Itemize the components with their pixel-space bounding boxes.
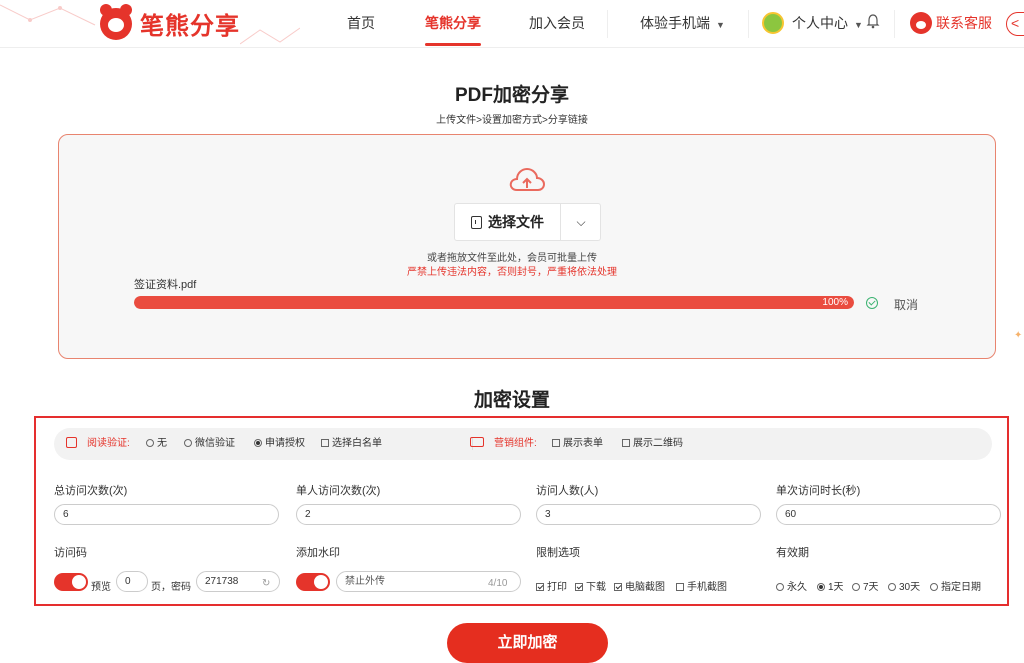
radio-icon [776, 583, 784, 591]
visitors-label: 访问人数(人) [536, 485, 599, 497]
cloud-upload-icon [509, 167, 546, 191]
read-verify-icon [66, 437, 77, 448]
select-file-label: 选择文件 [488, 214, 544, 230]
radio-checked-icon [254, 439, 262, 447]
total-visits-input[interactable]: 6 [54, 504, 279, 525]
restrict-mobile-screenshot[interactable]: 手机截图 [676, 578, 727, 593]
nav-mobile-dropdown[interactable]: 体验手机端 ▼ [640, 0, 725, 48]
verify-option-none[interactable]: 无 [146, 428, 167, 460]
per-user-visits-input[interactable]: 2 [296, 504, 521, 525]
customer-service-icon [910, 12, 932, 34]
progress-fill [134, 296, 854, 309]
decorative-lines [0, 4, 96, 26]
per-user-visits-label: 单人访问次数(次) [296, 485, 381, 497]
validity-custom-date[interactable]: 指定日期 [930, 578, 981, 593]
checkbox-checked-icon [536, 583, 544, 591]
validity-30-days[interactable]: 30天 [888, 578, 920, 593]
verify-marketing-row: 阅读验证: 无 微信验证 申请授权 选择白名单 营销组件: 展示表单 展示二维码 [54, 428, 992, 460]
marketing-option-qrcode[interactable]: 展示二维码 [622, 428, 683, 460]
brand-name: 笔熊分享 [140, 13, 240, 40]
cancel-upload-button[interactable]: 取消 [894, 296, 918, 313]
select-file-button-group: 选择文件 ⌵ [454, 203, 601, 241]
nav-divider [894, 10, 895, 38]
steps-breadcrumb: 上传文件>设置加密方式>分享链接 [436, 115, 588, 126]
checkbox-icon [321, 439, 329, 447]
validity-1-day[interactable]: 1天 [817, 578, 844, 593]
marketing-label: 营销组件: [470, 428, 537, 460]
user-center-label: 个人中心 [792, 15, 848, 31]
duration-label: 单次访问时长(秒) [776, 485, 861, 497]
sparkle-icon: ✦ [1014, 330, 1023, 341]
progress-percent: 100% [822, 297, 848, 308]
encrypt-settings-heading: 加密设置 [473, 390, 550, 411]
nav-bixiong-share[interactable]: 笔熊分享 [425, 0, 481, 48]
checkbox-icon [676, 583, 684, 591]
check-circle-icon [866, 297, 878, 309]
checkbox-icon [622, 439, 630, 447]
bear-logo-icon [100, 3, 132, 40]
read-verify-label: 阅读验证: [66, 428, 130, 460]
preview-label: 预览 [91, 582, 111, 593]
checkbox-icon [552, 439, 560, 447]
decorative-lines [240, 27, 300, 45]
radio-icon [852, 583, 860, 591]
checkbox-checked-icon [614, 583, 622, 591]
checkbox-checked-icon [575, 583, 583, 591]
caret-down-icon: ▼ [716, 20, 725, 30]
visitors-input[interactable]: 3 [536, 504, 761, 525]
watermark-char-count: 4/10 [488, 578, 508, 589]
refresh-icon[interactable]: ↻ [262, 578, 270, 589]
radio-icon [146, 439, 154, 447]
access-code-toggle[interactable] [54, 573, 88, 591]
validity-label: 有效期 [776, 547, 809, 559]
radio-checked-icon [817, 583, 825, 591]
bell-icon[interactable] [866, 13, 880, 29]
uploaded-file-name: 签证资料.pdf [134, 279, 197, 291]
wallet-icon [470, 437, 484, 447]
verify-option-whitelist[interactable]: 选择白名单 [321, 428, 382, 460]
validity-forever[interactable]: 永久 [776, 578, 807, 593]
validity-7-days[interactable]: 7天 [852, 578, 879, 593]
marketing-option-form[interactable]: 展示表单 [552, 428, 603, 460]
brand-logo[interactable]: 笔熊分享 [100, 3, 240, 41]
file-icon [471, 215, 482, 229]
encrypt-settings-panel: 阅读验证: 无 微信验证 申请授权 选择白名单 营销组件: 展示表单 展示二维码… [34, 416, 1009, 606]
page-password-label: 页，密码 [151, 582, 191, 593]
watermark-label: 添加水印 [296, 547, 340, 559]
user-avatar[interactable] [762, 12, 784, 34]
verify-option-request-auth[interactable]: 申请授权 [254, 428, 305, 460]
duration-input[interactable]: 60 [776, 504, 1001, 525]
restrict-print[interactable]: 打印 [536, 578, 567, 593]
encrypt-now-button[interactable]: 立即加密 [447, 623, 608, 663]
caret-down-icon: ▼ [854, 20, 863, 30]
contact-service-link[interactable]: 联系客服 [936, 0, 992, 46]
restrict-options-label: 限制选项 [536, 547, 580, 559]
radio-icon [184, 439, 192, 447]
preview-pages-input[interactable]: 0 [116, 571, 148, 592]
select-file-button[interactable]: 选择文件 [455, 204, 560, 240]
chevron-down-icon[interactable]: ⌵ [561, 204, 601, 240]
top-navigation-bar: 笔熊分享 首页 笔熊分享 加入会员 体验手机端 ▼ 个人中心 ▼ 联系客服 [0, 0, 1024, 48]
radio-icon [930, 583, 938, 591]
restrict-pc-screenshot[interactable]: 电脑截图 [614, 578, 665, 593]
drop-hint: 或者拖放文件至此处，会员可批量上传 [427, 253, 597, 264]
watermark-toggle[interactable] [296, 573, 330, 591]
access-code-label: 访问码 [54, 547, 87, 559]
verify-option-wechat[interactable]: 微信验证 [184, 428, 235, 460]
total-visits-label: 总访问次数(次) [54, 485, 128, 497]
nav-join-member[interactable]: 加入会员 [529, 0, 585, 48]
page-title: PDF加密分享 [454, 85, 569, 106]
nav-divider [607, 10, 608, 38]
nav-divider [748, 10, 749, 38]
nav-home[interactable]: 首页 [347, 0, 375, 48]
nav-mobile-label: 体验手机端 [640, 15, 710, 31]
radio-icon [888, 583, 896, 591]
user-center-dropdown[interactable]: 个人中心 ▼ [792, 0, 863, 48]
upload-progress-bar: 100% [134, 296, 854, 309]
side-panel-tab[interactable] [1006, 12, 1024, 36]
restrict-download[interactable]: 下载 [575, 578, 606, 593]
